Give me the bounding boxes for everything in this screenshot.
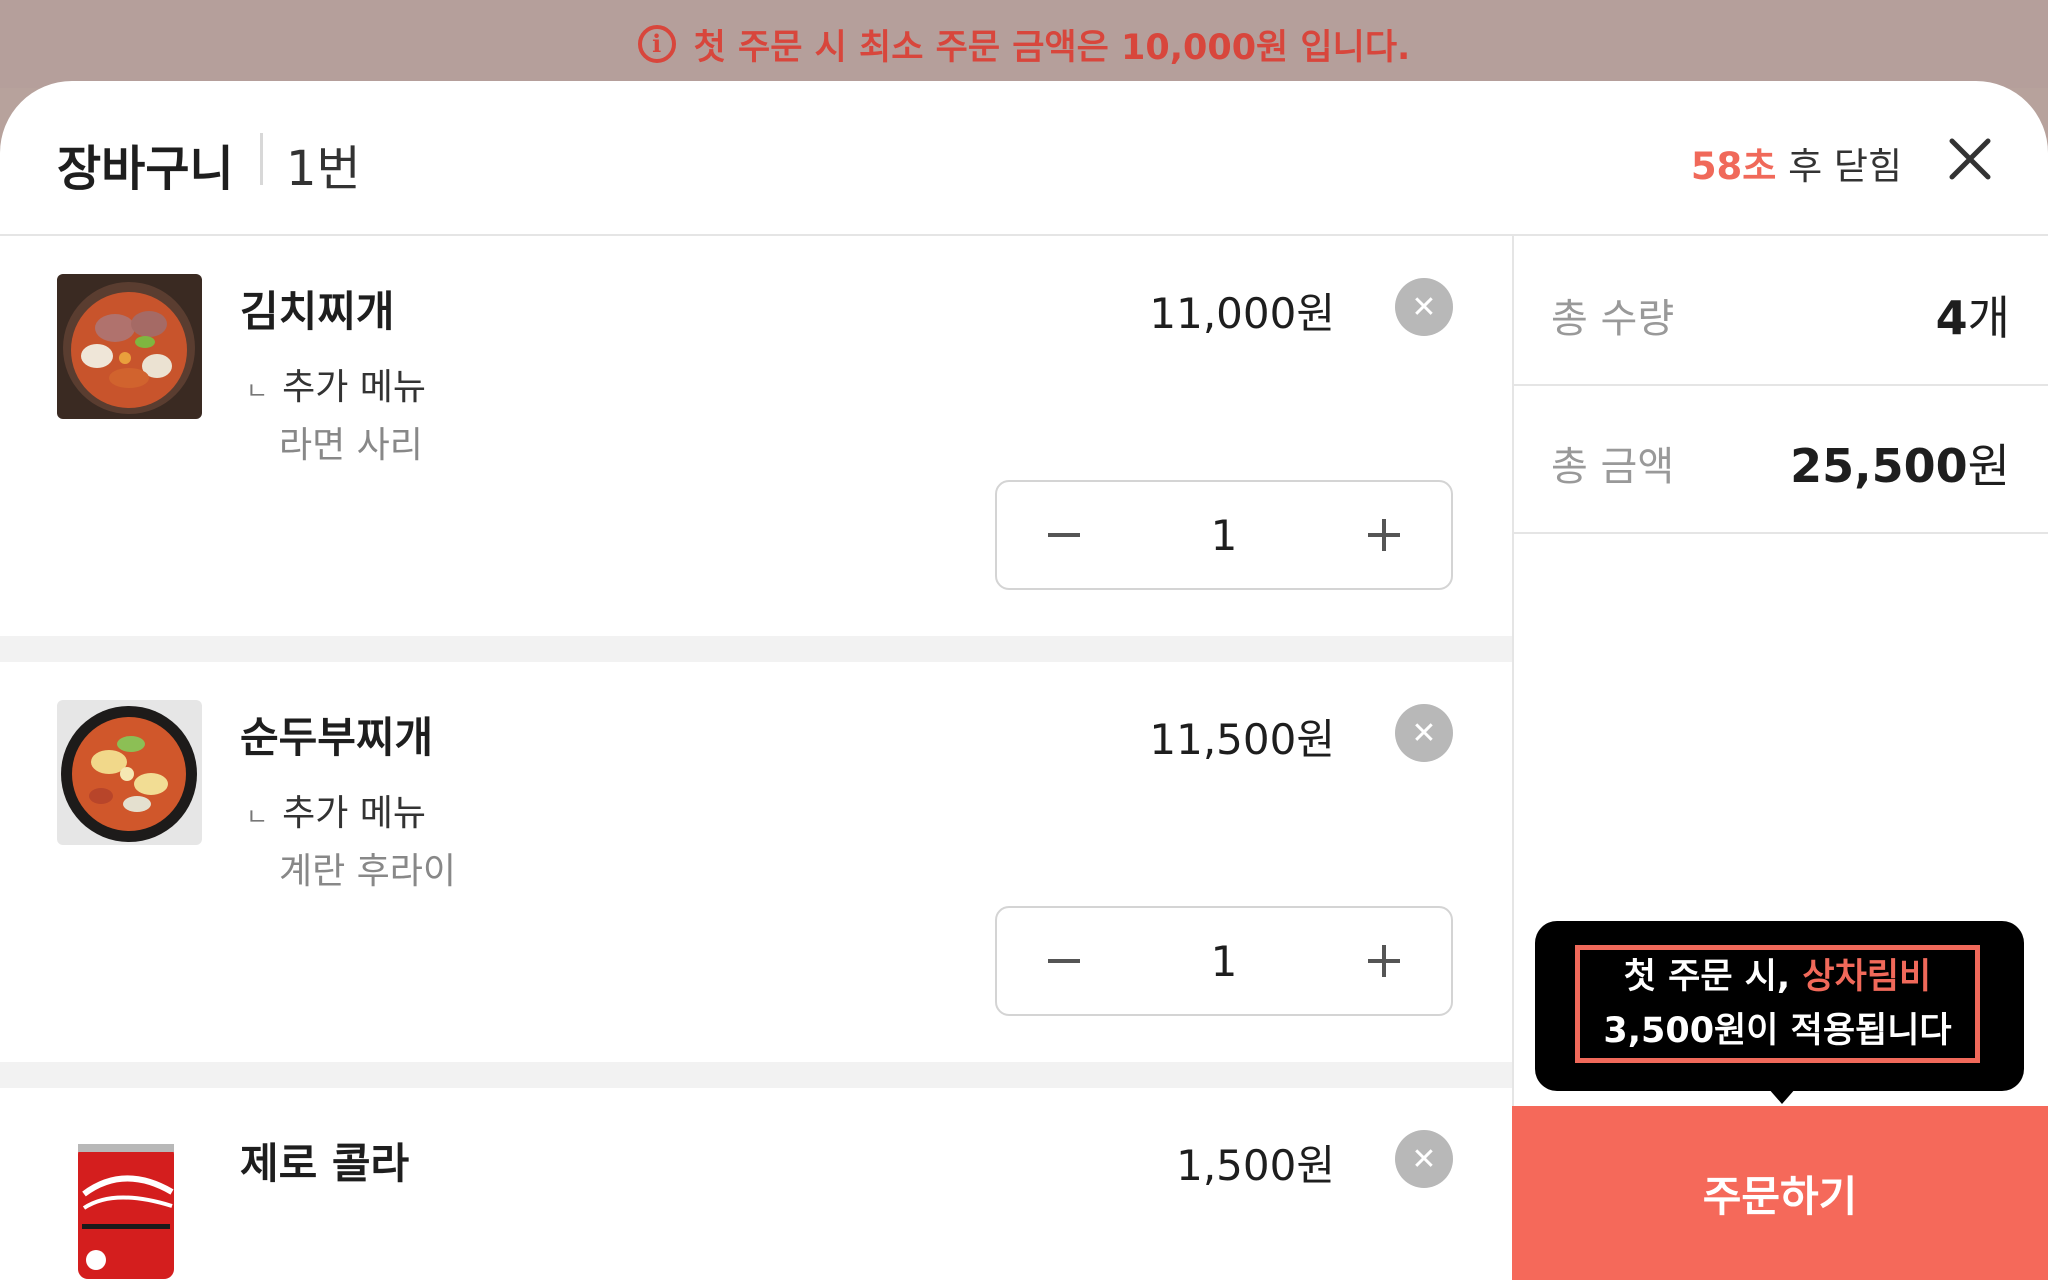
- remove-item-button[interactable]: ✕: [1395, 278, 1453, 336]
- cart-title: 장바구니: [57, 141, 234, 197]
- total-amount-row: 총 금액 25,500원: [1514, 384, 2048, 534]
- cart-sheet: 장바구니 1번 58초 후 닫힘 김치찌개 11,000원 ✕ ㄴ 추가 메뉴 …: [0, 81, 2048, 1280]
- auto-close-countdown: 58초 후 닫힘: [1691, 136, 1902, 190]
- countdown-suffix: 후 닫힘: [1776, 145, 1902, 188]
- minus-icon: [1048, 959, 1080, 963]
- minus-icon: [1048, 533, 1080, 537]
- cart-item: 제로 콜라 1,500원 ✕: [0, 1088, 1512, 1280]
- quantity-value: 1: [1210, 510, 1238, 560]
- item-name: 김치찌개: [240, 287, 395, 336]
- item-price: 1,500원: [1176, 1141, 1335, 1190]
- min-order-banner: i 첫 주문 시 최소 주문 금액은 10,000원 입니다.: [0, 0, 2048, 88]
- total-quantity-row: 총 수량 4개: [1514, 236, 2048, 386]
- cart-header: 장바구니 1번 58초 후 닫힘: [0, 81, 2048, 236]
- increase-button[interactable]: [1329, 908, 1439, 1014]
- item-name: 제로 콜라: [240, 1139, 410, 1188]
- tooltip-highlight: 상차림비: [1802, 957, 1932, 997]
- option-value: 계란 후라이: [279, 851, 457, 892]
- option-label: 추가 메뉴: [282, 793, 427, 834]
- total-quantity-value: 4개: [1936, 282, 2010, 348]
- countdown-seconds: 58초: [1690, 145, 1777, 188]
- close-button[interactable]: [1944, 133, 1996, 185]
- title-divider: [260, 133, 263, 185]
- plus-icon: [1368, 519, 1400, 551]
- close-icon: ✕: [1411, 289, 1437, 325]
- cart-number: 1번: [286, 141, 361, 197]
- option-value: 라면 사리: [279, 425, 423, 466]
- quantity-stepper: 1: [995, 906, 1453, 1016]
- zero-cola-image: [74, 1134, 178, 1279]
- option-header: ㄴ 추가 메뉴: [246, 784, 426, 836]
- cart-item: 김치찌개 11,000원 ✕ ㄴ 추가 메뉴 라면 사리 1: [0, 236, 1512, 636]
- corner-arrow-icon: ㄴ: [246, 377, 269, 405]
- total-quantity-label: 총 수량: [1551, 296, 1675, 342]
- plus-icon: [1368, 945, 1400, 977]
- tooltip-tail: [1768, 1088, 1796, 1104]
- order-button[interactable]: 주문하기: [1512, 1106, 2048, 1280]
- option-header: ㄴ 추가 메뉴: [246, 358, 426, 410]
- tooltip-line-2: 3,500원이 적용됩니다: [1603, 1011, 1952, 1051]
- close-icon: [1949, 138, 1991, 180]
- increase-button[interactable]: [1329, 482, 1439, 588]
- close-icon: ✕: [1411, 1141, 1437, 1177]
- decrease-button[interactable]: [1009, 482, 1119, 588]
- amount-number: 25,500: [1790, 439, 1968, 493]
- item-name: 순두부찌개: [240, 713, 434, 762]
- close-icon: ✕: [1411, 715, 1437, 751]
- tooltip-line-1: 첫 주문 시, 상차림비: [1624, 950, 1931, 1004]
- quantity-stepper: 1: [995, 480, 1453, 590]
- corner-arrow-icon: ㄴ: [246, 803, 269, 831]
- remove-item-button[interactable]: ✕: [1395, 1130, 1453, 1188]
- total-amount-value: 25,500원: [1790, 430, 2010, 496]
- quantity-unit: 개: [1967, 291, 2010, 345]
- option-label: 추가 메뉴: [282, 367, 427, 408]
- info-icon: i: [637, 25, 676, 63]
- banner-text: 첫 주문 시 최소 주문 금액은 10,000원 입니다.: [693, 27, 1411, 68]
- quantity-value: 1: [1210, 936, 1238, 986]
- decrease-button[interactable]: [1009, 908, 1119, 1014]
- item-price: 11,500원: [1149, 715, 1335, 764]
- tooltip-message: 첫 주문 시, 상차림비 3,500원이 적용됩니다: [1575, 945, 1980, 1063]
- kimchi-stew-image: [57, 274, 202, 419]
- item-price: 11,000원: [1149, 289, 1335, 338]
- table-setting-fee-tooltip: 첫 주문 시, 상차림비 3,500원이 적용됩니다: [1535, 921, 2024, 1091]
- amount-unit: 원: [1967, 439, 2010, 493]
- cart-item: 순두부찌개 11,500원 ✕ ㄴ 추가 메뉴 계란 후라이 1: [0, 662, 1512, 1062]
- cart-item-list: 김치찌개 11,000원 ✕ ㄴ 추가 메뉴 라면 사리 1 순두부찌개 11,…: [0, 236, 1512, 1280]
- soft-tofu-stew-image: [57, 700, 202, 845]
- remove-item-button[interactable]: ✕: [1395, 704, 1453, 762]
- quantity-number: 4: [1935, 291, 1968, 345]
- tooltip-prefix: 첫 주문 시,: [1623, 957, 1803, 997]
- total-amount-label: 총 금액: [1551, 444, 1675, 490]
